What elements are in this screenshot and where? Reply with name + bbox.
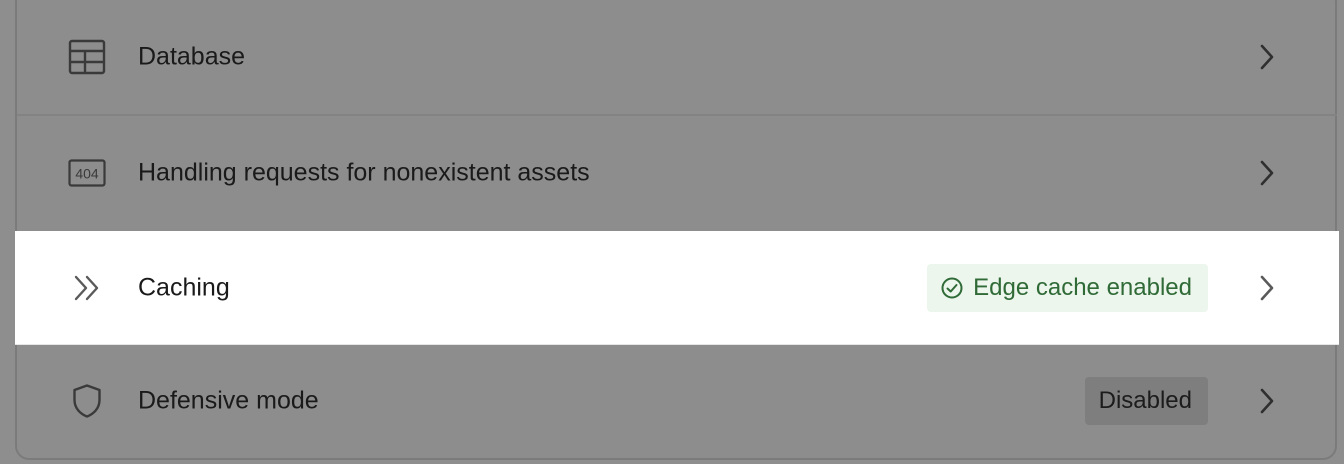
chevron-right-icon	[1255, 272, 1279, 304]
status-badge-edge-cache: Edge cache enabled	[927, 263, 1208, 312]
settings-row-database[interactable]: Database	[15, 0, 1339, 114]
status-badge-disabled: Disabled	[1084, 377, 1208, 425]
settings-panel-overlay: Database 404 Handling requests for nonex…	[0, 0, 1344, 464]
settings-row-caching[interactable]: Caching Edge cache enabled	[15, 231, 1339, 344]
table-icon	[67, 37, 107, 77]
settings-row-label: Caching	[138, 273, 230, 301]
check-circle-icon	[941, 277, 963, 299]
settings-row-defensive-mode[interactable]: Defensive mode Disabled	[15, 345, 1339, 457]
chevron-right-icon	[1255, 157, 1279, 189]
settings-row-nonexistent-assets[interactable]: 404 Handling requests for nonexistent as…	[15, 116, 1339, 230]
shield-icon	[67, 381, 107, 421]
404-icon: 404	[67, 153, 107, 193]
settings-row-label: Database	[138, 42, 246, 71]
chevron-right-icon	[1255, 385, 1279, 417]
settings-row-label: Handling requests for nonexistent assets	[138, 158, 590, 187]
chevron-right-icon	[1255, 41, 1279, 73]
settings-row-label: Defensive mode	[138, 386, 319, 415]
404-icon-text: 404	[75, 166, 99, 182]
status-badge-text: Edge cache enabled	[973, 273, 1192, 301]
double-chevron-right-icon	[67, 268, 107, 308]
